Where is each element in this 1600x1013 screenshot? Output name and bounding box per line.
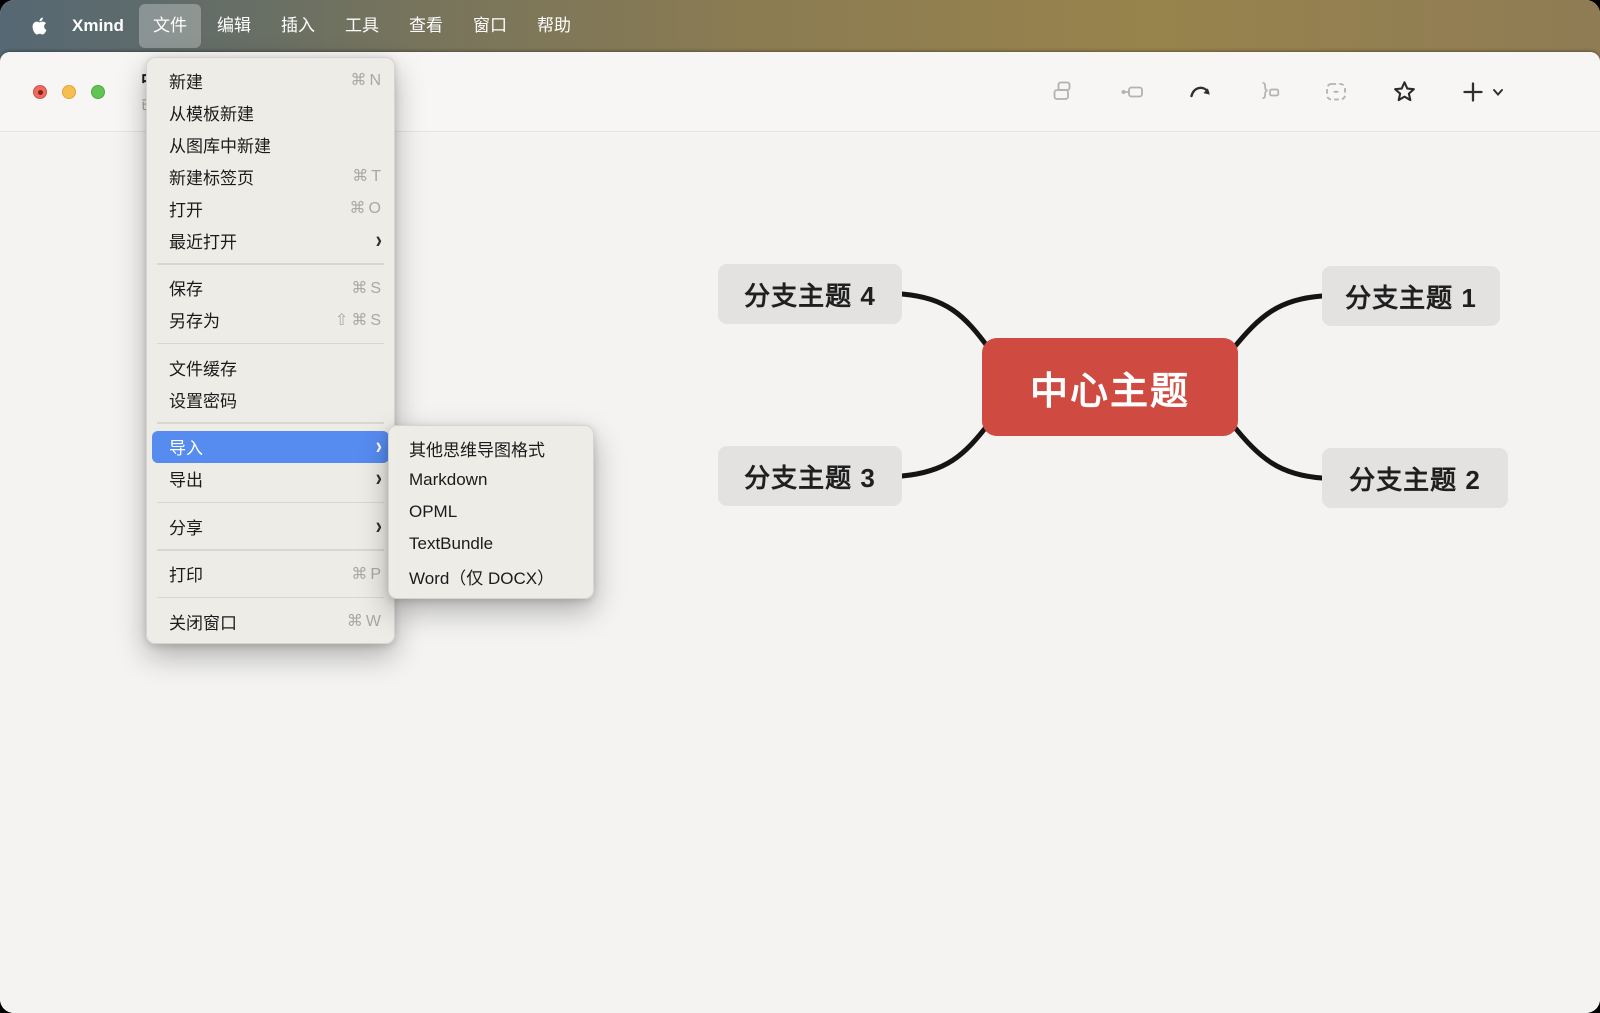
menu-separator: [157, 343, 384, 345]
menu-item-shortcut: ⌘S: [351, 278, 384, 298]
submenu-item-label: Word（仅 DOCX）: [409, 564, 554, 589]
close-window-button[interactable]: [33, 85, 47, 99]
submenu-arrow-icon: ›: [376, 228, 382, 252]
toolbar-icons: [1051, 52, 1504, 132]
submenu-arrow-icon: ›: [376, 467, 382, 491]
menu-item-share[interactable]: 分享 ›: [147, 510, 394, 542]
central-topic[interactable]: 中心主题: [982, 338, 1238, 436]
menu-item-export[interactable]: 导出 ›: [147, 463, 394, 495]
menu-item-shortcut: ⌘T: [352, 166, 384, 186]
menu-separator: [157, 502, 384, 504]
menubar-item-edit[interactable]: 编辑: [203, 4, 265, 48]
branch-topic-label: 分支主题 4: [744, 276, 876, 313]
boundary-icon[interactable]: [1323, 79, 1349, 105]
insert-subtopic-icon[interactable]: [1051, 79, 1077, 105]
menu-item-label: 关闭窗口: [169, 609, 347, 634]
menu-item-set-password[interactable]: 设置密码: [147, 383, 394, 415]
menu-item-shortcut: ⌘P: [351, 564, 384, 584]
menubar-item-view[interactable]: 查看: [395, 4, 457, 48]
summary-icon[interactable]: [1255, 79, 1281, 105]
connection-branch-1: [1232, 296, 1322, 350]
submenu-arrow-icon: ›: [376, 435, 382, 459]
menu-item-new-from-template[interactable]: 从模板新建: [147, 96, 394, 128]
menu-item-label: 新建标签页: [169, 164, 352, 189]
branch-topic-4[interactable]: 分支主题 4: [718, 264, 902, 324]
menu-item-label: 保存: [169, 275, 351, 300]
menu-item-file-cache[interactable]: 文件缓存: [147, 351, 394, 383]
menu-item-save[interactable]: 保存 ⌘S: [147, 272, 394, 304]
submenu-item-label: TextBundle: [409, 534, 493, 554]
menu-item-label: 最近打开: [169, 228, 376, 253]
branch-topic-label: 分支主题 1: [1345, 278, 1477, 315]
menu-item-label: 分享: [169, 514, 376, 539]
submenu-item-label: OPML: [409, 502, 457, 522]
menu-item-open[interactable]: 打开 ⌘O: [147, 192, 394, 224]
minimize-window-button[interactable]: [62, 85, 76, 99]
connection-branch-4: [902, 294, 990, 350]
central-topic-label: 中心主题: [1030, 360, 1190, 415]
menu-separator: [157, 263, 384, 265]
menu-item-label: 打印: [169, 561, 351, 586]
menu-separator: [157, 549, 384, 551]
menu-item-close-window[interactable]: 关闭窗口 ⌘W: [147, 605, 394, 637]
insert-plus-icon[interactable]: [1460, 79, 1486, 105]
relationship-icon[interactable]: [1187, 79, 1213, 105]
menu-item-label: 导入: [169, 434, 376, 459]
menu-item-new[interactable]: 新建 ⌘N: [147, 64, 394, 96]
menu-separator: [157, 422, 384, 424]
menu-item-label: 设置密码: [169, 387, 384, 412]
branch-topic-3[interactable]: 分支主题 3: [718, 446, 902, 506]
menubar-item-help[interactable]: 帮助: [523, 4, 585, 48]
import-submenu: 其他思维导图格式 Markdown OPML TextBundle Word（仅…: [388, 425, 594, 599]
menu-item-import[interactable]: 导入 ›: [152, 431, 389, 463]
branch-topic-label: 分支主题 2: [1349, 460, 1481, 497]
submenu-item-label: Markdown: [409, 470, 487, 490]
connection-branch-2: [1232, 424, 1322, 478]
menu-item-print[interactable]: 打印 ⌘P: [147, 558, 394, 590]
submenu-item-word-docx[interactable]: Word（仅 DOCX）: [389, 560, 593, 592]
marker-star-icon[interactable]: [1391, 79, 1418, 106]
submenu-item-markdown[interactable]: Markdown: [389, 464, 593, 496]
menubar-item-tools[interactable]: 工具: [331, 4, 393, 48]
zoom-window-button[interactable]: [91, 85, 105, 99]
menu-item-new-tab[interactable]: 新建标签页 ⌘T: [147, 160, 394, 192]
menu-separator: [157, 597, 384, 599]
menu-item-shortcut: ⌘W: [347, 611, 384, 631]
connection-branch-3: [902, 422, 990, 476]
screen: Xmind 文件 编辑 插入 工具 查看 窗口 帮助 中 已: [0, 0, 1600, 1013]
menu-item-label: 打开: [169, 196, 350, 221]
menu-item-label: 从模板新建: [169, 100, 384, 125]
insert-button-group: [1460, 79, 1504, 105]
file-menu-dropdown: 新建 ⌘N 从模板新建 从图库中新建 新建标签页 ⌘T 打开 ⌘O 最近打开 ›…: [146, 57, 395, 644]
submenu-item-other-mindmap-formats[interactable]: 其他思维导图格式: [389, 432, 593, 464]
menu-item-label: 从图库中新建: [169, 132, 384, 157]
menubar-app-name[interactable]: Xmind: [58, 16, 138, 36]
menu-item-open-recent[interactable]: 最近打开 ›: [147, 224, 394, 256]
menu-item-label: 新建: [169, 68, 350, 93]
menu-item-label: 另存为: [169, 307, 335, 332]
submenu-arrow-icon: ›: [376, 514, 382, 538]
menu-item-label: 导出: [169, 466, 376, 491]
menu-item-shortcut: ⌘N: [350, 70, 384, 90]
menu-item-save-as[interactable]: 另存为 ⇧⌘S: [147, 304, 394, 336]
submenu-item-textbundle[interactable]: TextBundle: [389, 528, 593, 560]
apple-menu-icon[interactable]: [20, 16, 58, 36]
menubar-item-window[interactable]: 窗口: [459, 4, 521, 48]
menu-item-shortcut: ⇧⌘S: [335, 310, 384, 330]
insert-topic-icon[interactable]: [1119, 79, 1145, 105]
menu-item-shortcut: ⌘O: [350, 198, 384, 218]
submenu-item-opml[interactable]: OPML: [389, 496, 593, 528]
submenu-item-label: 其他思维导图格式: [409, 436, 545, 461]
branch-topic-label: 分支主题 3: [744, 458, 876, 495]
menu-item-label: 文件缓存: [169, 355, 384, 380]
traffic-lights: [33, 85, 105, 99]
insert-dropdown-chevron-icon[interactable]: [1492, 86, 1504, 98]
menu-item-new-from-gallery[interactable]: 从图库中新建: [147, 128, 394, 160]
menubar-item-file[interactable]: 文件: [139, 4, 201, 48]
menubar-item-insert[interactable]: 插入: [267, 4, 329, 48]
branch-topic-1[interactable]: 分支主题 1: [1322, 266, 1500, 326]
branch-topic-2[interactable]: 分支主题 2: [1322, 448, 1508, 508]
